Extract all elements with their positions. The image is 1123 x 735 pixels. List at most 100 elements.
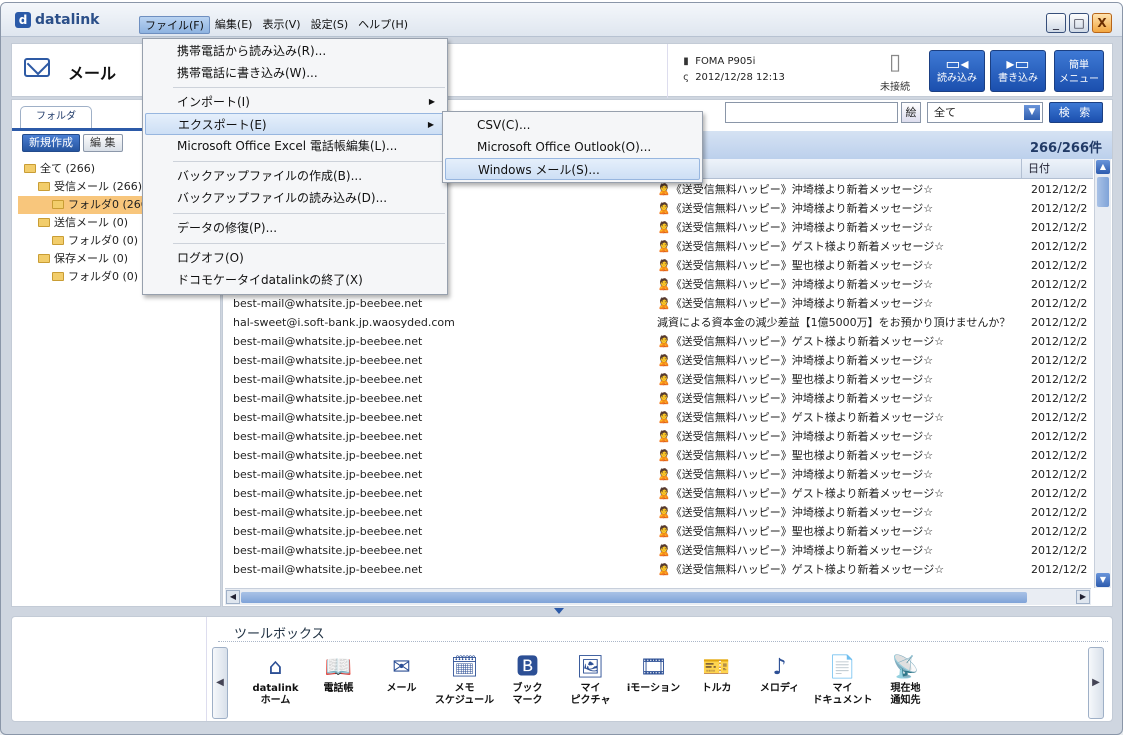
file-menu-item[interactable]: 携帯電話に書き込み(W)... bbox=[145, 62, 445, 84]
toolbox-scroll-left[interactable]: ◀ bbox=[212, 647, 228, 719]
toolbox-tools: ⌂ datalink ホーム 📖 電話帳 ✉ メール 🗓 メモ スケジュール 🅱 ブック マーク 🖼 マイピ… bbox=[244, 653, 937, 707]
tool-schedule[interactable]: 🗓 メモ スケジュール bbox=[433, 653, 496, 707]
file-menu-item[interactable]: ログオフ(O) bbox=[145, 247, 445, 269]
scroll-left-icon[interactable]: ◀ bbox=[226, 590, 240, 604]
table-row[interactable]: best-mail@whatsite.jp-beebee.net 🙎《送受信無料ハ… bbox=[223, 351, 1093, 370]
tool-location[interactable]: 📡 現在地 通知先 bbox=[874, 653, 937, 707]
new-mail-button[interactable]: 新規作成 bbox=[22, 134, 80, 152]
table-row[interactable]: hal-sweet@i.soft-bank.jp.waosyded.com 減資に… bbox=[223, 313, 1093, 332]
tool-phonebook[interactable]: 📖 電話帳 bbox=[307, 653, 370, 707]
table-row[interactable]: best-mail@whatsite.jp-beebee.net 🙎《送受信無料ハ… bbox=[223, 541, 1093, 560]
table-row[interactable]: best-mail@whatsite.jp-beebee.net 🙎《送受信無料ハ… bbox=[223, 522, 1093, 541]
file-menu-item[interactable]: ドコモケータイdatalinkの終了(X) bbox=[145, 269, 445, 291]
scroll-down-icon[interactable]: ▼ bbox=[1096, 573, 1110, 587]
maximize-button[interactable]: □ bbox=[1069, 13, 1089, 33]
toruca-icon: 🎫 bbox=[702, 655, 731, 680]
tree-node-label: 受信メール (266) bbox=[54, 180, 143, 193]
folder-icon bbox=[38, 218, 50, 227]
file-menu-item[interactable]: Microsoft Office Excel 電話帳編集(L)... bbox=[145, 135, 445, 157]
file-menu-item[interactable]: データの修復(P)... bbox=[145, 217, 445, 239]
tool-picture[interactable]: 🖼 マイ ピクチャ bbox=[559, 653, 622, 707]
toolbox: ツールボックス ◀ ⌂ datalink ホーム 📖 電話帳 ✉ メール 🗓 メモ スケジュール 🅱… bbox=[11, 616, 1113, 722]
folder-icon bbox=[52, 236, 64, 245]
tool-label-1: iモーション bbox=[626, 683, 681, 694]
sync-icon: ς bbox=[683, 72, 689, 83]
row-subject: 🙎《送受信無料ハッピー》沖埼様より新着メッセージ☆ bbox=[657, 392, 934, 405]
read-button[interactable]: ▭◂ 読み込み bbox=[929, 50, 985, 92]
scroll-right-icon[interactable]: ▶ bbox=[1076, 590, 1090, 604]
file-menu-item[interactable]: 携帯電話から読み込み(R)... bbox=[145, 40, 445, 62]
horizontal-scroll-thumb[interactable] bbox=[241, 592, 1027, 603]
row-from: best-mail@whatsite.jp-beebee.net bbox=[233, 354, 423, 367]
table-row[interactable]: best-mail@whatsite.jp-beebee.net 🙎《送受信無料ハ… bbox=[223, 484, 1093, 503]
device-model: FOMA P905i bbox=[695, 56, 756, 67]
table-row[interactable]: best-mail@whatsite.jp-beebee.net 🙎《送受信無料ハ… bbox=[223, 446, 1093, 465]
tab-folder[interactable]: フォルダ bbox=[20, 106, 92, 128]
search-button[interactable]: 検 索 bbox=[1049, 102, 1103, 123]
tool-bookmark[interactable]: 🅱 ブック マーク bbox=[496, 653, 559, 707]
submenu-arrow-icon: ▶ bbox=[427, 120, 434, 129]
tool-label-1: マイ bbox=[580, 683, 601, 694]
horizontal-scrollbar[interactable]: ◀ ▶ bbox=[225, 588, 1091, 605]
minimize-button[interactable]: _ bbox=[1046, 13, 1066, 33]
file-menu-item[interactable]: バックアップファイルの作成(B)... bbox=[145, 165, 445, 187]
file-menu-item[interactable]: バックアップファイルの読み込み(D)... bbox=[145, 187, 445, 209]
scroll-up-icon[interactable]: ▲ bbox=[1096, 160, 1110, 174]
table-row[interactable]: best-mail@whatsite.jp-beebee.net 🙎《送受信無料ハ… bbox=[223, 389, 1093, 408]
column-header-date[interactable]: 日付 bbox=[1021, 159, 1093, 179]
table-row[interactable]: best-mail@whatsite.jp-beebee.net 🙎《送受信無料ハ… bbox=[223, 408, 1093, 427]
export-menu-item[interactable]: Windows メール(S)... bbox=[445, 158, 700, 180]
row-from: best-mail@whatsite.jp-beebee.net bbox=[233, 506, 423, 519]
scroll-thumb[interactable] bbox=[1097, 177, 1109, 207]
simple-menu-button[interactable]: 簡単 メニュー bbox=[1054, 50, 1104, 92]
menu-3[interactable]: 設定(S) bbox=[306, 16, 354, 34]
table-row[interactable]: best-mail@whatsite.jp-beebee.net 🙎《送受信無料ハ… bbox=[223, 503, 1093, 522]
window-controls: _ □ X bbox=[1046, 13, 1112, 33]
menu-separator bbox=[173, 213, 445, 214]
tree-node-label: フォルダ0 (0) bbox=[68, 234, 139, 247]
write-button[interactable]: ▸▭ 書き込み bbox=[990, 50, 1046, 92]
menu-1[interactable]: 編集(E) bbox=[210, 16, 258, 34]
row-subject: 🙎《送受信無料ハッピー》沖埼様より新着メッセージ☆ bbox=[657, 297, 934, 310]
table-row[interactable]: best-mail@whatsite.jp-beebee.net 🙎《送受信無料ハ… bbox=[223, 332, 1093, 351]
tool-pdf[interactable]: 📄 マイ ドキュメント bbox=[811, 653, 874, 707]
export-menu-item[interactable]: CSV(C)... bbox=[445, 114, 700, 136]
close-button[interactable]: X bbox=[1092, 13, 1112, 33]
menu-separator bbox=[173, 87, 445, 88]
search-scope-select[interactable]: 全て ▼ bbox=[927, 102, 1043, 123]
vertical-scrollbar[interactable]: ▲ ▼ bbox=[1094, 159, 1111, 588]
tree-node-label: フォルダ0 (266 bbox=[68, 198, 148, 211]
pane-splitter-icon[interactable] bbox=[554, 608, 564, 614]
tool-home[interactable]: ⌂ datalink ホーム bbox=[244, 653, 307, 707]
search-input[interactable] bbox=[725, 102, 898, 123]
menu-2[interactable]: 表示(V) bbox=[257, 16, 305, 34]
file-menu-item[interactable]: エクスポート(E) ▶ bbox=[145, 113, 445, 135]
tool-music[interactable]: ♪ メロディ bbox=[748, 653, 811, 707]
tool-mail[interactable]: ✉ メール bbox=[370, 653, 433, 707]
edit-button[interactable]: 編 集 bbox=[83, 134, 123, 152]
toolbox-scroll-right[interactable]: ▶ bbox=[1088, 647, 1104, 719]
tool-label-1: メモ bbox=[454, 683, 475, 694]
table-row[interactable]: best-mail@whatsite.jp-beebee.net 🙎《送受信無料ハ… bbox=[223, 560, 1093, 579]
row-from: best-mail@whatsite.jp-beebee.net bbox=[233, 335, 423, 348]
export-menu-item[interactable]: Microsoft Office Outlook(O)... bbox=[445, 136, 700, 158]
schedule-icon: 🗓 bbox=[450, 655, 479, 680]
row-date: 2012/12/2 bbox=[1031, 335, 1088, 348]
tool-label-2: マーク bbox=[512, 695, 543, 706]
app-title: datalink bbox=[35, 12, 100, 28]
table-row[interactable]: best-mail@whatsite.jp-beebee.net 🙎《送受信無料ハ… bbox=[223, 427, 1093, 446]
table-row[interactable]: best-mail@whatsite.jp-beebee.net 🙎《送受信無料ハ… bbox=[223, 465, 1093, 484]
emoji-button[interactable]: 絵 bbox=[901, 102, 921, 123]
toolbox-left-area bbox=[12, 617, 207, 721]
row-subject: 🙎《送受信無料ハッピー》沖埼様より新着メッセージ☆ bbox=[657, 202, 934, 215]
pdf-icon: 📄 bbox=[828, 655, 857, 680]
tool-film[interactable]: 🎞 iモーション bbox=[622, 653, 685, 707]
table-row[interactable]: best-mail@whatsite.jp-beebee.net 🙎《送受信無料ハ… bbox=[223, 294, 1093, 313]
tree-node-label: 全て (266) bbox=[40, 162, 96, 175]
chevron-down-icon: ▼ bbox=[1024, 105, 1040, 120]
file-menu-item[interactable]: インポート(I) ▶ bbox=[145, 91, 445, 113]
menu-0[interactable]: ファイル(F) bbox=[139, 16, 210, 34]
table-row[interactable]: best-mail@whatsite.jp-beebee.net 🙎《送受信無料ハ… bbox=[223, 370, 1093, 389]
menu-4[interactable]: ヘルプ(H) bbox=[353, 16, 413, 34]
tool-toruca[interactable]: 🎫 トルカ bbox=[685, 653, 748, 707]
